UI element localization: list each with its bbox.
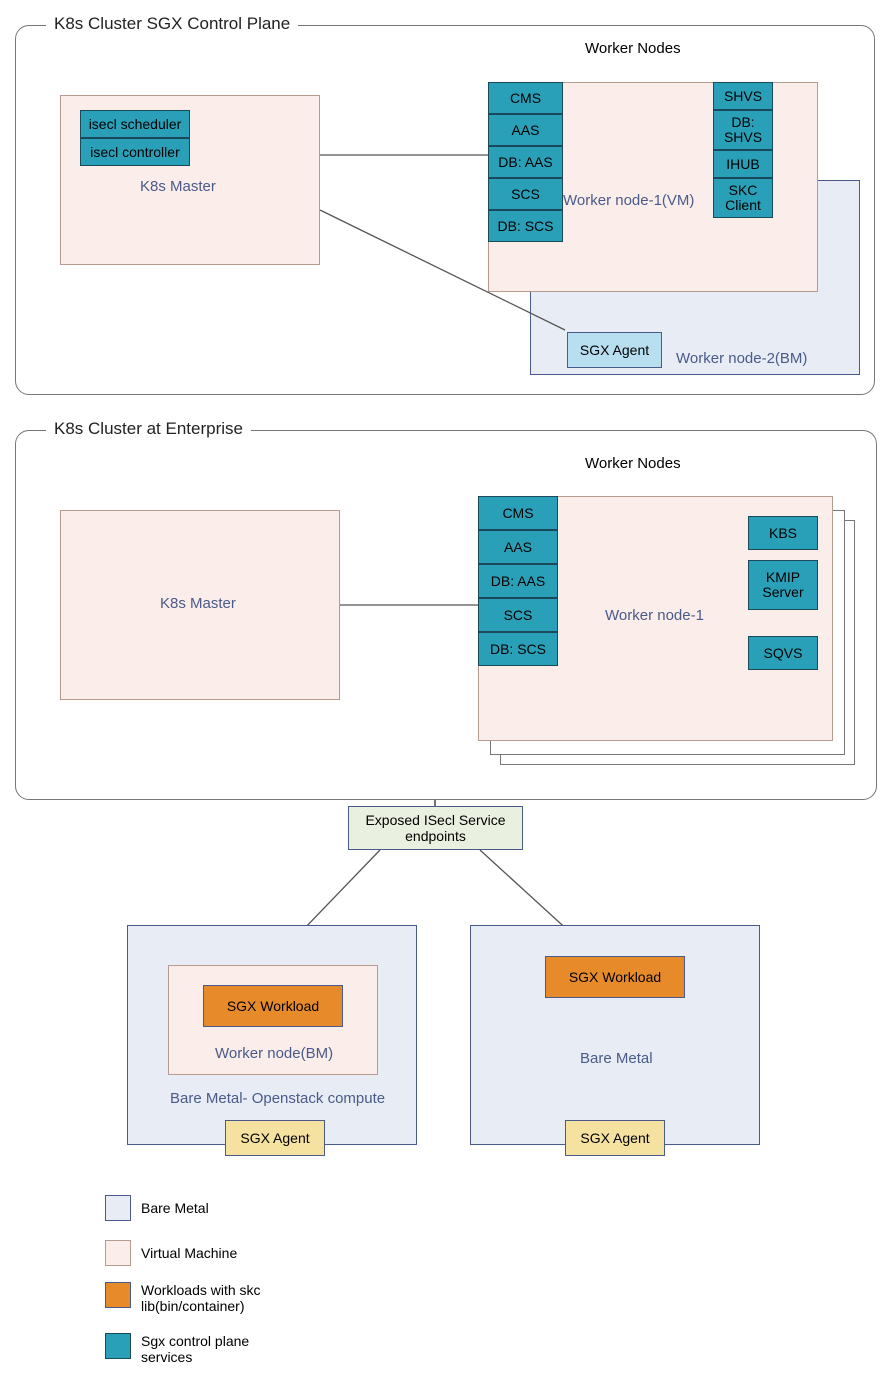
connector-lines-2 <box>0 500 889 700</box>
bm-right-label: Bare Metal <box>580 1050 653 1067</box>
legend-label: Bare Metal <box>141 1200 209 1216</box>
worker-node-bm-label: Worker node(BM) <box>215 1045 333 1062</box>
sgx-workload-right: SGX Workload <box>545 956 685 998</box>
legend-swatch-svc <box>105 1333 131 1359</box>
legend-swatch-baremetal <box>105 1195 131 1221</box>
legend-bare-metal: Bare Metal <box>105 1195 209 1221</box>
worker-nodes-heading-2: Worker Nodes <box>585 455 681 472</box>
legend-swatch-workload <box>105 1282 131 1308</box>
legend-label: Virtual Machine <box>141 1245 237 1261</box>
legend-workloads: Workloads with skc lib(bin/container) <box>105 1282 301 1314</box>
legend-label: Workloads with skc lib(bin/container) <box>141 1282 301 1314</box>
connector-lines-1 <box>0 0 889 400</box>
legend-vm: Virtual Machine <box>105 1240 237 1266</box>
group2-title: K8s Cluster at Enterprise <box>46 419 251 439</box>
diagram-canvas: K8s Cluster SGX Control Plane Worker Nod… <box>0 0 889 1387</box>
sgx-agent-right: SGX Agent <box>565 1120 665 1156</box>
legend-sgx-services: Sgx control plane services <box>105 1333 291 1365</box>
connector-top <box>0 770 889 810</box>
legend-swatch-vm <box>105 1240 131 1266</box>
sgx-agent-left: SGX Agent <box>225 1120 325 1156</box>
sgx-workload-left: SGX Workload <box>203 985 343 1027</box>
legend-label: Sgx control plane services <box>141 1333 291 1365</box>
bm-openstack-label: Bare Metal- Openstack compute <box>170 1090 385 1107</box>
